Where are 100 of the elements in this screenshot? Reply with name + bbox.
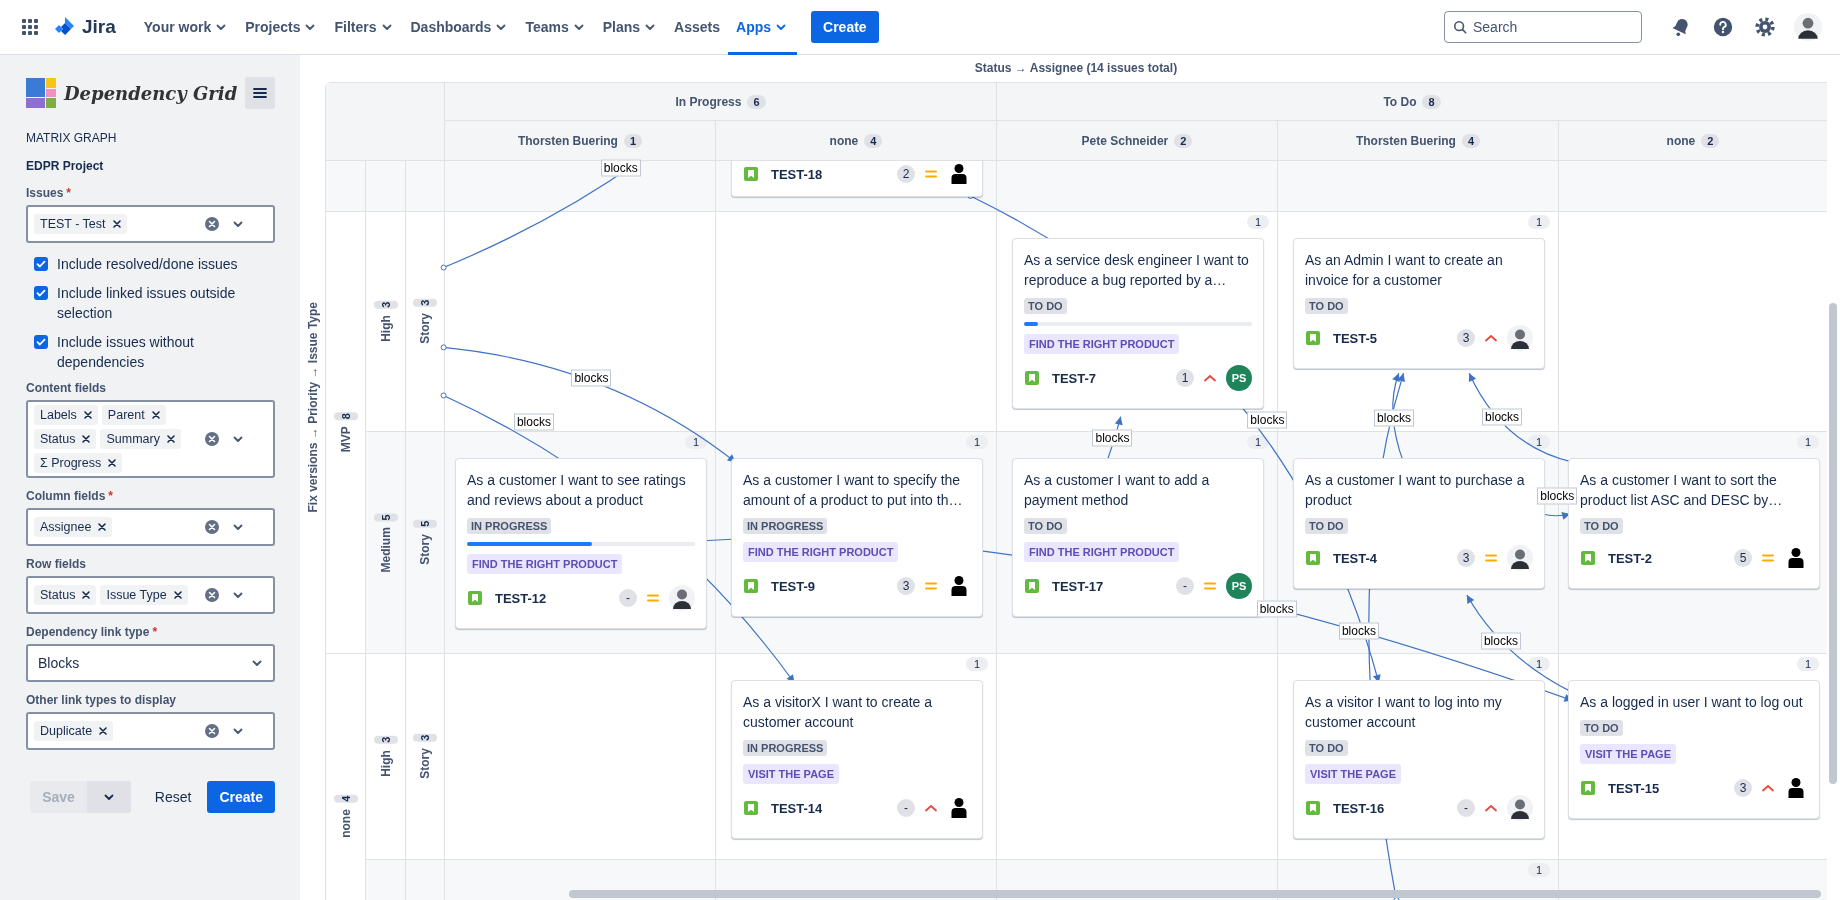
column-header: none: [829, 133, 859, 148]
field-tag: Summary: [100, 429, 181, 449]
select-field[interactable]: Blocks: [26, 644, 275, 682]
count-badge: 3: [1734, 779, 1752, 797]
status-lozenge: IN PROGRESS: [467, 518, 552, 534]
issue-card[interactable]: As a logged in user I want to log out TO DO VISIT THE PAGE TEST-15 3: [1568, 680, 1820, 819]
status-lozenge: TO DO: [1024, 518, 1067, 534]
nav-menu-item[interactable]: Dashboards: [402, 0, 518, 55]
multi-select-field[interactable]: Status Issue Type: [26, 576, 275, 614]
column-group-header: To Do: [1383, 94, 1417, 109]
checkbox-label: Include linked issues outside selection: [57, 284, 237, 323]
field-tag: Σ Progress: [34, 453, 123, 473]
column-header: Thorsten Buering: [1355, 133, 1456, 148]
field-tag: Status: [34, 429, 97, 449]
issue-card[interactable]: As a customer I want to see ratings and reviews about a product IN PROGRESS FIND THE RIGHT PRODUCT TEST-12 -: [455, 458, 707, 629]
card-summary: As a visitor I want to log into my customer account: [1305, 693, 1503, 732]
nav-menu-item[interactable]: Projects: [237, 0, 327, 55]
field-tag: Parent: [101, 405, 166, 425]
count-badge: 3: [373, 301, 398, 310]
count-badge: 1: [1247, 215, 1269, 229]
count-badge: 4: [1461, 133, 1481, 148]
multi-select-field[interactable]: Assignee: [26, 508, 275, 546]
field-tag: Issue Type: [100, 585, 188, 605]
create-button[interactable]: Create: [811, 11, 879, 43]
field-label: Issues: [26, 186, 64, 200]
card-summary: As a customer I want to sort the product list ASC and DESC by…: [1580, 471, 1784, 510]
count-badge: -: [619, 589, 637, 607]
card-summary: As a customer I want to see ratings and reviews about a product: [467, 471, 687, 510]
card-summary: As an Admin I want to create an invoice for a customer: [1305, 251, 1504, 290]
count-badge: 1: [1528, 215, 1550, 229]
multi-select-field[interactable]: Duplicate: [26, 712, 275, 750]
column-header: Thorsten Buering: [517, 133, 618, 148]
count-badge: 5: [373, 512, 398, 521]
field-tag: Status: [34, 585, 97, 605]
count-badge: 2: [1174, 133, 1193, 148]
product-name: Jira: [82, 16, 116, 38]
matrix-title: Status → Assignee (14 issues total): [973, 60, 1179, 77]
card-summary: As a customer I want to add a payment method: [1024, 471, 1211, 510]
multi-select-field[interactable]: TEST - Test: [26, 205, 275, 243]
multi-select-field[interactable]: Labels Parent Status Summary Σ Progress: [26, 400, 275, 478]
count-badge: 1: [1528, 435, 1550, 449]
search-field[interactable]: Search: [1444, 11, 1642, 43]
count-badge: 3: [413, 734, 437, 743]
issue-key[interactable]: TEST-18: [771, 166, 823, 182]
count-badge: 3: [413, 299, 437, 308]
issue-key[interactable]: TEST-14: [771, 800, 823, 816]
nav-menu-item[interactable]: Filters: [326, 0, 403, 55]
issue-key[interactable]: TEST-7: [1052, 370, 1097, 386]
nav-menu-item[interactable]: Plans: [594, 0, 667, 55]
required-mark: *: [152, 625, 158, 639]
nav-menu-item[interactable]: Your work: [135, 0, 238, 55]
reset-button[interactable]: Reset: [142, 781, 204, 813]
count-badge: 5: [1734, 549, 1752, 567]
required-mark: *: [66, 186, 72, 200]
issue-card[interactable]: TEST-18 2: [731, 161, 983, 197]
field-label: Row fields: [26, 557, 86, 571]
card-summary: As a service desk engineer I want to reproduce a bug reported by a…: [1024, 251, 1250, 290]
checkbox-label: Include resolved/done issues: [57, 255, 238, 274]
issue-card[interactable]: As a visitorX I want to create a customer account IN PROGRESS VISIT THE PAGE TEST-14 -: [731, 680, 983, 839]
column-header: Pete Schneider: [1081, 133, 1169, 148]
count-badge: 1: [966, 435, 988, 449]
issue-key[interactable]: TEST-15: [1608, 780, 1660, 796]
epic-label: VISIT THE PAGE: [743, 764, 839, 784]
status-lozenge: TO DO: [1580, 720, 1623, 736]
issue-key[interactable]: TEST-2: [1608, 550, 1653, 566]
link-label: blocks: [513, 413, 554, 431]
nav-menu-item[interactable]: Assets: [666, 0, 729, 55]
count-badge: 6: [747, 94, 766, 109]
row-header: Story: [418, 748, 432, 779]
row-header: Story: [418, 313, 432, 344]
epic-label: VISIT THE PAGE: [1580, 744, 1676, 764]
card-summary: As a logged in user I want to log out: [1580, 693, 1804, 712]
count-badge: 1: [623, 133, 643, 148]
issue-key[interactable]: TEST-5: [1333, 330, 1378, 346]
column-header: none: [1666, 133, 1696, 148]
count-badge: -: [1457, 799, 1475, 817]
count-badge: 8: [333, 412, 358, 421]
issue-card[interactable]: As an Admin I want to create an invoice for a customer TO DO TEST-5 3: [1293, 238, 1545, 369]
field-tag: Duplicate: [34, 721, 114, 741]
create-button[interactable]: Create: [207, 781, 275, 813]
count-badge: 1: [1176, 369, 1194, 387]
field-tag: TEST - Test: [34, 214, 127, 234]
link-label: blocks: [1482, 408, 1523, 426]
issue-card[interactable]: As a service desk engineer I want to reproduce a bug reported by a… TO DO FIND THE RIGHT PRODUCT TEST-7 1 PS: [1012, 238, 1264, 409]
status-lozenge: IN PROGRESS: [743, 740, 828, 756]
status-lozenge: TO DO: [1305, 518, 1348, 534]
issue-key[interactable]: TEST-16: [1333, 800, 1385, 816]
row-header: Medium: [378, 526, 393, 573]
epic-label: VISIT THE PAGE: [1305, 764, 1401, 784]
count-badge: 8: [1422, 94, 1441, 109]
issue-key[interactable]: TEST-12: [495, 590, 547, 606]
nav-menu-item[interactable]: Teams: [517, 0, 595, 55]
row-header: High: [378, 315, 393, 342]
link-label: blocks: [571, 369, 612, 387]
count-badge: 5: [413, 520, 437, 529]
epic-label: FIND THE RIGHT PRODUCT: [1024, 334, 1180, 354]
required-mark: *: [108, 489, 113, 503]
card-summary: As a customer I want to purchase a product: [1305, 471, 1526, 510]
link-label: blocks: [1092, 429, 1133, 447]
issue-card[interactable]: As a visitor I want to log into my customer account TO DO VISIT THE PAGE TEST-16 -: [1293, 680, 1545, 839]
